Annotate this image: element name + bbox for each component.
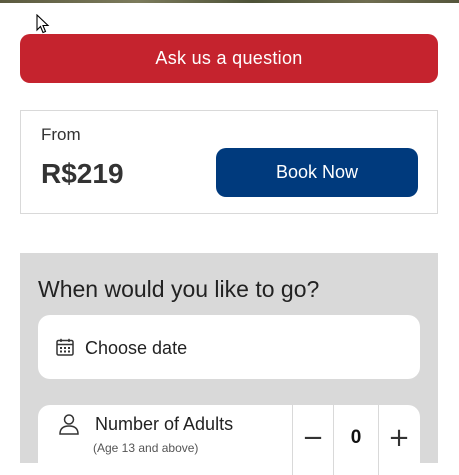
mouse-cursor-icon <box>36 14 50 34</box>
price-value: R$219 <box>41 158 124 189</box>
ask-question-button[interactable]: Ask us a question <box>20 34 438 83</box>
book-now-button[interactable]: Book Now <box>216 148 418 197</box>
adults-count: 0 <box>333 405 379 475</box>
person-icon <box>59 414 79 435</box>
increment-adults-button[interactable]: + <box>379 405 419 475</box>
choose-date-field[interactable]: Choose date <box>38 315 420 379</box>
price-card: From R$219 Book Now <box>20 110 438 214</box>
calendar-icon <box>56 338 74 356</box>
decrement-adults-button[interactable]: − <box>293 405 333 475</box>
choose-date-label: Choose date <box>85 338 188 358</box>
adults-field: Number of Adults (Age 13 and above) − 0 … <box>38 405 420 475</box>
booking-heading: When would you like to go? <box>38 276 320 302</box>
booking-panel: When would you like to go? Choose date N… <box>20 253 438 475</box>
adults-stepper: − 0 + <box>292 405 420 475</box>
hero-image-strip <box>0 0 459 3</box>
adults-label: Number of Adults <box>95 414 234 434</box>
adults-age-note: (Age 13 and above) <box>93 441 199 455</box>
from-label: From <box>41 125 81 144</box>
